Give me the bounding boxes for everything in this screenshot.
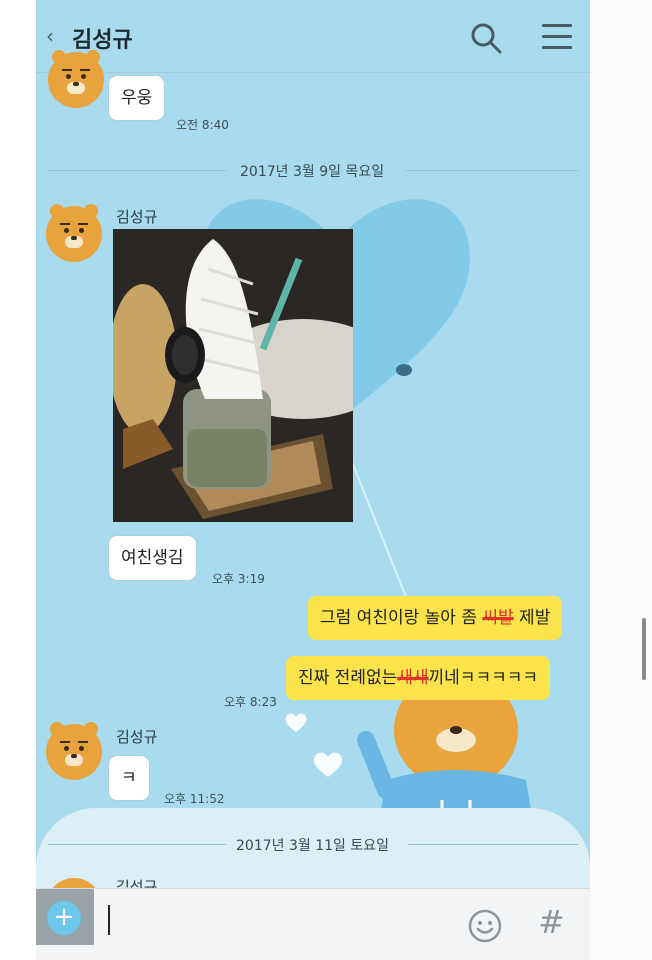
- chevron-left-icon[interactable]: ‹: [46, 24, 54, 48]
- date-divider-line: [48, 170, 226, 171]
- date-divider-line: [406, 170, 578, 171]
- message-input-bar: + #: [36, 888, 590, 960]
- message-bubble[interactable]: 여친생김: [109, 536, 196, 580]
- message-text: 진짜 전례없는: [298, 668, 398, 688]
- avatar[interactable]: [46, 204, 102, 262]
- message-input[interactable]: [108, 905, 110, 935]
- message-bubble[interactable]: ㅋ: [109, 756, 149, 800]
- hashtag-icon[interactable]: #: [538, 903, 565, 941]
- date-divider-line: [408, 844, 578, 845]
- hamburger-menu-icon[interactable]: [542, 24, 572, 50]
- message-bubble[interactable]: 우웅: [109, 76, 165, 120]
- my-message-bubble[interactable]: 그럼 여친이랑 놀아 좀 씨발 제발: [308, 596, 563, 640]
- chat-header: ‹ 김성규: [36, 0, 590, 73]
- dessert-photo: [113, 229, 353, 522]
- censored-word: 씨발: [482, 608, 514, 628]
- message-text: 제발: [513, 608, 551, 628]
- my-message-bubble[interactable]: 진짜 전례없는새새끼네ㅋㅋㅋㅋㅋ: [286, 656, 551, 700]
- sender-name: 김성규: [116, 728, 158, 746]
- photo-message[interactable]: [113, 229, 353, 522]
- attach-button[interactable]: +: [36, 889, 94, 945]
- message-text: 그럼 여친이랑 놀아 좀: [320, 608, 483, 628]
- date-divider: 2017년 3월 11일 토요일: [236, 838, 389, 854]
- heart-decoration: [285, 713, 307, 732]
- message-text: 끼네ㅋㅋㅋㅋㅋ: [428, 668, 539, 688]
- emoji-icon[interactable]: [468, 909, 502, 943]
- censored-word: 새새: [397, 668, 429, 688]
- date-divider-line: [48, 844, 226, 845]
- avatar[interactable]: [46, 722, 102, 780]
- date-divider: 2017년 3월 9일 목요일: [240, 164, 385, 180]
- scrollbar[interactable]: [642, 618, 646, 680]
- chat-screen: ‹ 김성규 우웅 오전 8:40 2017년 3월 9일 목요일 김성규 여친생…: [36, 0, 590, 960]
- message-time: 오후 3:19: [212, 572, 265, 586]
- chat-title: 김성규: [72, 28, 133, 53]
- sender-name: 김성규: [116, 878, 158, 888]
- plus-icon: +: [47, 901, 81, 935]
- sender-name: 김성규: [116, 208, 158, 226]
- message-time: 오후 8:23: [224, 695, 277, 709]
- message-time: 오전 8:40: [176, 118, 229, 132]
- search-icon[interactable]: [470, 22, 502, 54]
- avatar[interactable]: [48, 50, 104, 108]
- message-time: 오후 11:52: [164, 792, 225, 806]
- page-margin: [590, 0, 652, 960]
- heart-decoration: [313, 752, 343, 777]
